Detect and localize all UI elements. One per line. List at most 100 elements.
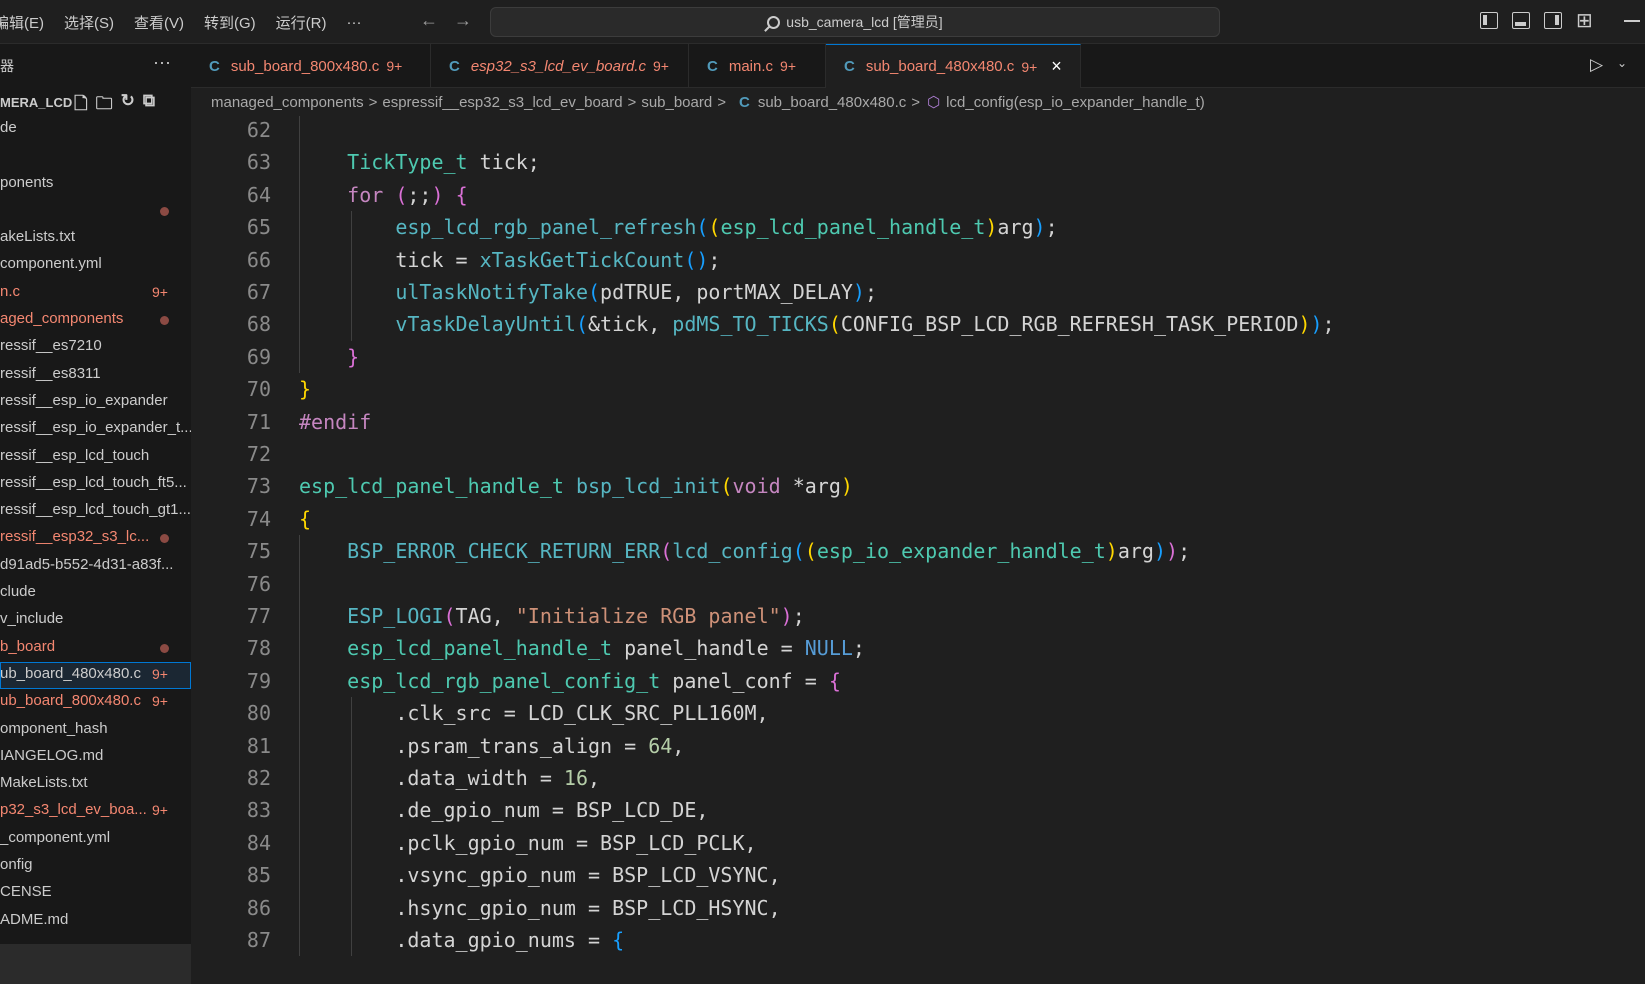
tree-item[interactable]: ressif__esp_lcd_touch [0, 444, 191, 471]
tree-item[interactable]: ressif__esp_lcd_touch_ft5... [0, 471, 191, 498]
menu-item[interactable]: 选择(S) [64, 12, 114, 33]
tree-item[interactable]: ub_board_800x480.c 9+ [0, 689, 191, 716]
tree-item[interactable]: ponents [0, 171, 191, 198]
code-token: } [347, 344, 360, 369]
tree-item[interactable]: ressif__es8311 [0, 362, 191, 389]
tree-item[interactable]: ressif__esp_io_expander [0, 389, 191, 416]
code-line: tick = xTaskGetTickCount(); [299, 244, 720, 277]
editor-tab[interactable]: Csub_board_800x480.c 9+ [191, 44, 431, 88]
line-number: 63 [246, 150, 271, 175]
customize-layout-icon[interactable] [1576, 8, 1594, 33]
tree-item[interactable]: de [0, 116, 191, 143]
tree-item[interactable]: ub_board_480x480.c 9+ [0, 661, 191, 690]
menu-more-icon[interactable]: ··· [347, 14, 362, 31]
editor-tab[interactable]: Cesp32_s3_lcd_ev_board.c 9+ [431, 44, 689, 88]
problem-count-badge: 9+ [152, 693, 168, 710]
chevron-right-icon: > [627, 93, 637, 111]
c-file-icon: C [707, 57, 718, 75]
code-token: 16 [563, 766, 588, 790]
search-icon [767, 15, 781, 29]
explorer-more-icon[interactable]: ··· [153, 52, 171, 73]
problem-count-badge: 9+ [152, 665, 168, 682]
explorer-header: 器 ··· [0, 44, 191, 88]
tree-item[interactable]: ressif__esp32_s3_lc... [0, 525, 191, 552]
code-editor[interactable]: 62 63 64 65 66 67 68 69 70 71 72 73 74 75 76 77 78 79 80 81… [191, 116, 1645, 984]
menu-bar: 编辑(E) 选择(S) 查看(V) 转到(G) 运行(R) ··· [0, 0, 382, 44]
tree-item[interactable]: ADME.md [0, 908, 191, 935]
indent-guide [299, 535, 300, 957]
close-tab-icon[interactable]: × [1051, 56, 1062, 77]
tree-item[interactable]: akeLists.txt [0, 225, 191, 252]
tree-item[interactable]: ressif__esp_lcd_touch_gt1... [0, 498, 191, 525]
breadcrumb-item[interactable]: sub_board [641, 94, 712, 111]
toggle-primary-sidebar-icon[interactable] [1480, 12, 1498, 29]
tree-item[interactable]: CENSE [0, 880, 191, 907]
code-line: #endif [299, 406, 371, 439]
command-center-text: usb_camera_lcd [管理员] [786, 14, 943, 30]
toggle-panel-icon[interactable] [1512, 12, 1530, 29]
explorer-sidebar: 器 ··· MERA_LCD 🗋 🗀 ↻ ⧉ de ponents akeLists… [0, 44, 191, 984]
menu-item[interactable]: 查看(V) [134, 12, 184, 33]
tree-item[interactable]: onfig [0, 853, 191, 880]
tree-item[interactable]: b_board [0, 635, 191, 662]
code-token: NULL [804, 636, 853, 661]
tab-label: sub_board_480x480.c [865, 58, 1015, 75]
workspace-folder-label: MERA_LCD [0, 94, 73, 110]
tree-item[interactable]: component.yml [0, 252, 191, 279]
tree-item[interactable] [0, 198, 191, 225]
tree-item[interactable] [0, 143, 191, 170]
tree-item[interactable]: clude [0, 580, 191, 607]
tree-item[interactable]: ressif__esp_io_expander_t... [0, 416, 191, 443]
tree-item[interactable]: _component.yml [0, 826, 191, 853]
breadcrumb-item[interactable]: espressif__esp32_s3_lcd_ev_board [382, 94, 622, 111]
tree-item[interactable]: aged_components [0, 307, 191, 334]
explorer-title: 器 [0, 58, 14, 74]
line-number: 67 [246, 280, 271, 304]
back-arrow-icon[interactable]: ← [420, 10, 438, 31]
tree-item-label: CENSE [0, 883, 52, 901]
code-token: ( [696, 215, 709, 240]
toggle-secondary-sidebar-icon[interactable] [1544, 12, 1562, 29]
breadcrumb-symbol[interactable]: lcd_config(esp_io_expander_handle_t) [946, 94, 1205, 111]
code-line: esp_lcd_rgb_panel_config_t panel_conf = … [299, 665, 841, 698]
line-number: 73 [246, 474, 271, 499]
tab-label: main.c [728, 57, 774, 75]
menu-item[interactable]: 运行(R) [276, 12, 327, 33]
tree-item[interactable]: omponent_hash [0, 717, 191, 744]
tree-item[interactable]: v_include [0, 607, 191, 634]
breadcrumb-item[interactable]: managed_components [211, 94, 364, 111]
editor-tab[interactable]: Csub_board_480x480.c 9+ × [826, 44, 1081, 88]
code-token: esp_io_expander_handle_t [816, 539, 1106, 564]
tree-item[interactable]: n.c 9+ [0, 280, 191, 307]
minimize-window-button[interactable] [1624, 20, 1640, 22]
code-line: BSP_ERROR_CHECK_RETURN_ERR(lcd_config((e… [299, 535, 1190, 568]
c-file-icon: C [738, 93, 750, 111]
chevron-down-icon[interactable]: ⌄ [1617, 56, 1627, 70]
code-token: .pclk_gpio_num = BSP_LCD_PCLK, [395, 830, 757, 855]
code-token: ( [804, 539, 817, 564]
tree-item[interactable]: d91ad5-b552-4d31-a83f... [0, 553, 191, 580]
code-token: BSP_ERROR_CHECK_RETURN_ERR [347, 539, 661, 564]
editor-tab[interactable]: Cmain.c 9+ [689, 44, 826, 88]
tree-item[interactable]: MakeLists.txt [0, 771, 191, 798]
forward-arrow-icon[interactable]: → [454, 10, 472, 31]
menu-item[interactable]: 转到(G) [204, 12, 256, 33]
tree-item[interactable]: IANGELOG.md [0, 744, 191, 771]
code-token: ( [660, 539, 673, 564]
command-center-search[interactable]: usb_camera_lcd [管理员] [490, 7, 1220, 37]
workspace-folder-header[interactable]: MERA_LCD 🗋 🗀 ↻ ⧉ [0, 88, 191, 116]
line-number: 75 [246, 539, 271, 564]
breadcrumb-file[interactable]: sub_board_480x480.c [758, 94, 906, 111]
code-token: ) [1166, 539, 1179, 564]
line-number: 76 [246, 571, 271, 596]
tree-item[interactable]: p32_s3_lcd_ev_boa... 9+ [0, 798, 191, 825]
code-token: esp_lcd_rgb_panel_refresh [395, 215, 697, 240]
menu-item[interactable]: 编辑(E) [0, 12, 44, 33]
tree-item-label: omponent_hash [0, 719, 108, 737]
run-debug-icon[interactable]: ▷ [1590, 55, 1603, 75]
code-token: esp_lcd_panel_handle_t [720, 215, 986, 240]
tree-item[interactable]: ressif__es7210 [0, 334, 191, 361]
